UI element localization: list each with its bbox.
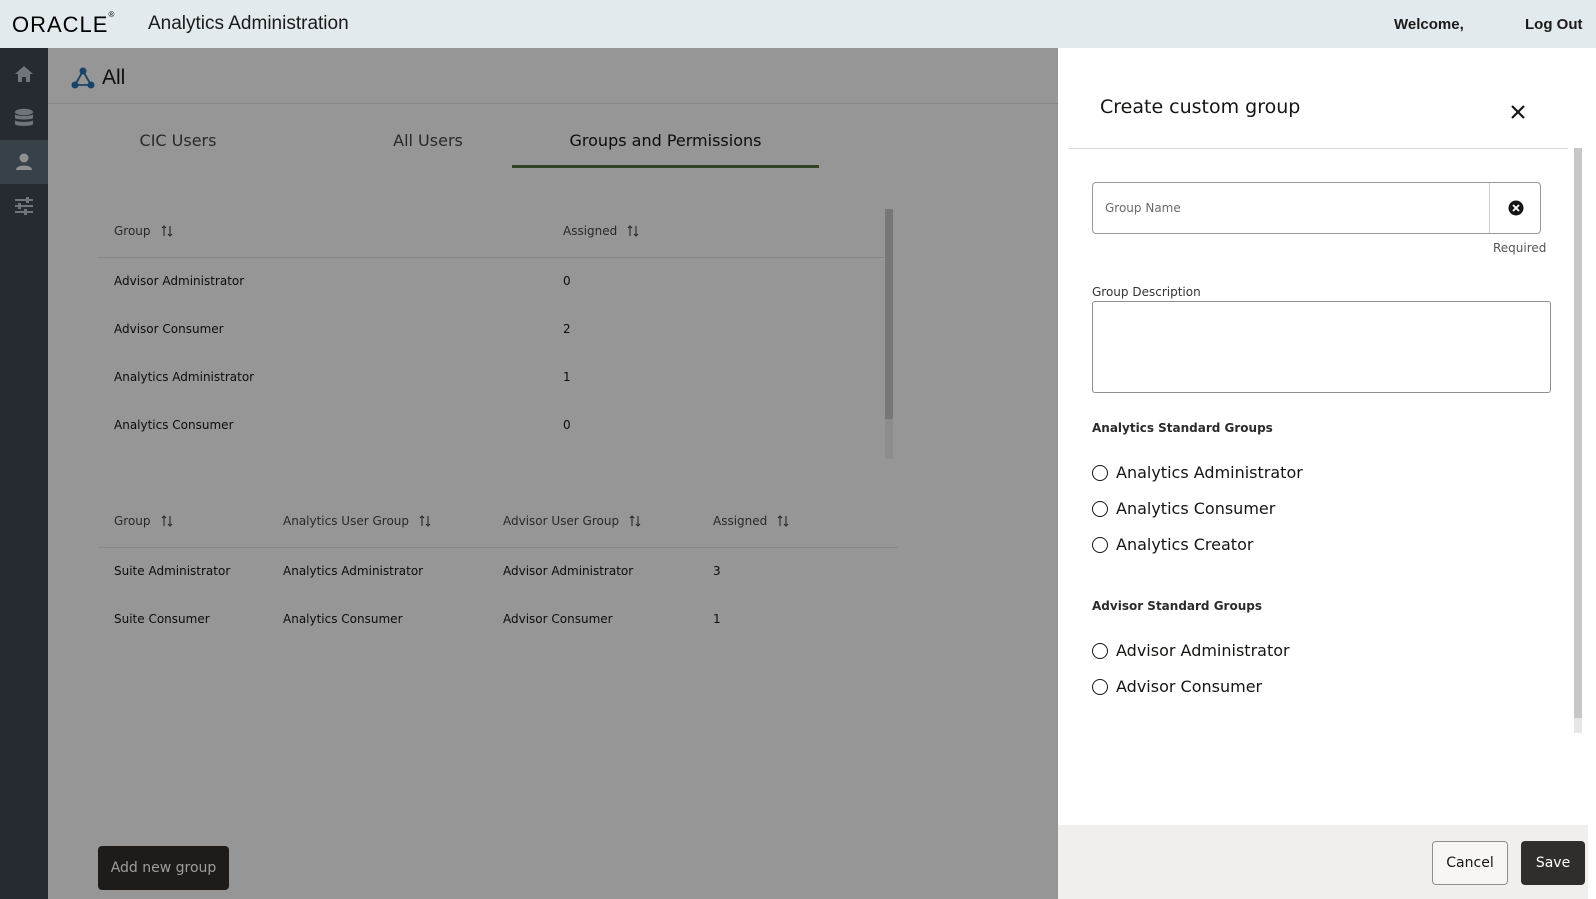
radio-label: Analytics Consumer bbox=[1116, 499, 1276, 518]
radio-button[interactable] bbox=[1092, 642, 1108, 659]
group-description-field bbox=[1092, 301, 1551, 393]
close-icon bbox=[1511, 105, 1525, 119]
radio-label: Analytics Administrator bbox=[1116, 463, 1303, 482]
radio-analytics-administrator[interactable]: Analytics Administrator bbox=[1092, 463, 1303, 482]
group-name-input[interactable] bbox=[1093, 183, 1485, 233]
radio-button[interactable] bbox=[1092, 500, 1108, 517]
drawer-footer: Cancel Save bbox=[1058, 825, 1588, 899]
app-header: ORACLE® Analytics Administration Welcome… bbox=[0, 0, 1596, 48]
window-edge bbox=[1588, 48, 1596, 899]
group-name-field bbox=[1092, 182, 1541, 234]
advisor-section-label: Advisor Standard Groups bbox=[1092, 599, 1262, 613]
logout-link[interactable]: Log Out bbox=[1525, 16, 1582, 33]
radio-analytics-creator[interactable]: Analytics Creator bbox=[1092, 535, 1253, 554]
clear-icon bbox=[1508, 200, 1523, 216]
radio-advisor-consumer[interactable]: Advisor Consumer bbox=[1092, 677, 1262, 696]
radio-button[interactable] bbox=[1092, 536, 1108, 553]
close-button[interactable] bbox=[1506, 100, 1530, 124]
radio-button[interactable] bbox=[1092, 464, 1108, 481]
clear-input-button[interactable] bbox=[1489, 183, 1541, 233]
drawer-scrollbar[interactable] bbox=[1574, 148, 1582, 733]
app-title: Analytics Administration bbox=[148, 13, 349, 34]
radio-label: Advisor Administrator bbox=[1116, 641, 1290, 660]
group-description-label: Group Description bbox=[1092, 285, 1201, 299]
scrollbar-thumb[interactable] bbox=[1574, 148, 1582, 718]
radio-label: Analytics Creator bbox=[1116, 535, 1254, 554]
group-description-input[interactable] bbox=[1093, 302, 1550, 392]
create-group-drawer: Create custom group Required Group Descr… bbox=[1058, 48, 1588, 899]
radio-analytics-consumer[interactable]: Analytics Consumer bbox=[1092, 499, 1275, 518]
required-hint: Required bbox=[1493, 241, 1547, 255]
divider bbox=[1068, 148, 1568, 149]
drawer-title: Create custom group bbox=[1100, 96, 1301, 118]
modal-overlay[interactable] bbox=[0, 48, 1058, 899]
oracle-logo: ORACLE® bbox=[12, 10, 116, 37]
welcome-text: Welcome, bbox=[1394, 16, 1464, 33]
radio-advisor-administrator[interactable]: Advisor Administrator bbox=[1092, 641, 1290, 660]
radio-button[interactable] bbox=[1092, 678, 1108, 695]
analytics-section-label: Analytics Standard Groups bbox=[1092, 421, 1273, 435]
save-button[interactable]: Save bbox=[1521, 841, 1585, 885]
radio-label: Advisor Consumer bbox=[1116, 677, 1263, 696]
cancel-button[interactable]: Cancel bbox=[1432, 841, 1508, 885]
